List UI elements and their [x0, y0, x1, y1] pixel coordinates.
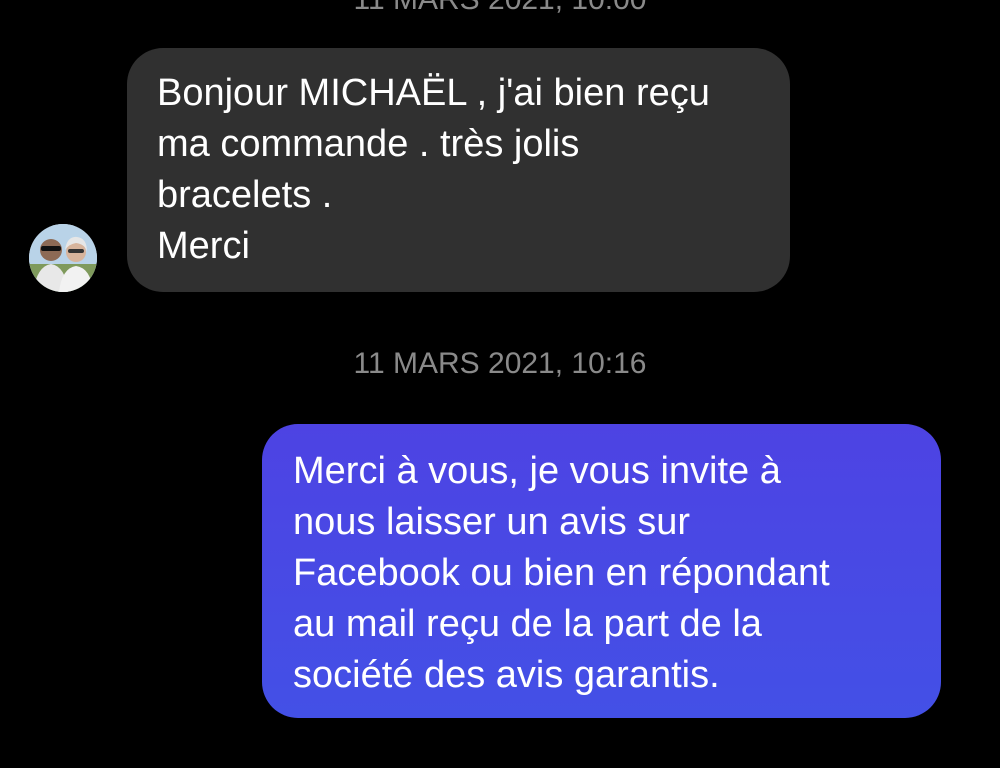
incoming-message-bubble[interactable]: Bonjour MICHAËL , j'ai bien reçu ma comm…: [127, 48, 790, 292]
message-thread[interactable]: 11 MARS 2021, 10:00 Bonjour MICHAËL , j'…: [0, 0, 1000, 768]
outgoing-message-bubble[interactable]: Merci à vous, je vous invite à nous lais…: [262, 424, 941, 718]
message-timestamp: 11 MARS 2021, 10:16: [353, 347, 647, 380]
partial-timestamp: 11 MARS 2021, 10:00: [0, 0, 1000, 18]
contact-avatar[interactable]: [29, 224, 97, 292]
contact-photo-icon: [29, 224, 97, 292]
